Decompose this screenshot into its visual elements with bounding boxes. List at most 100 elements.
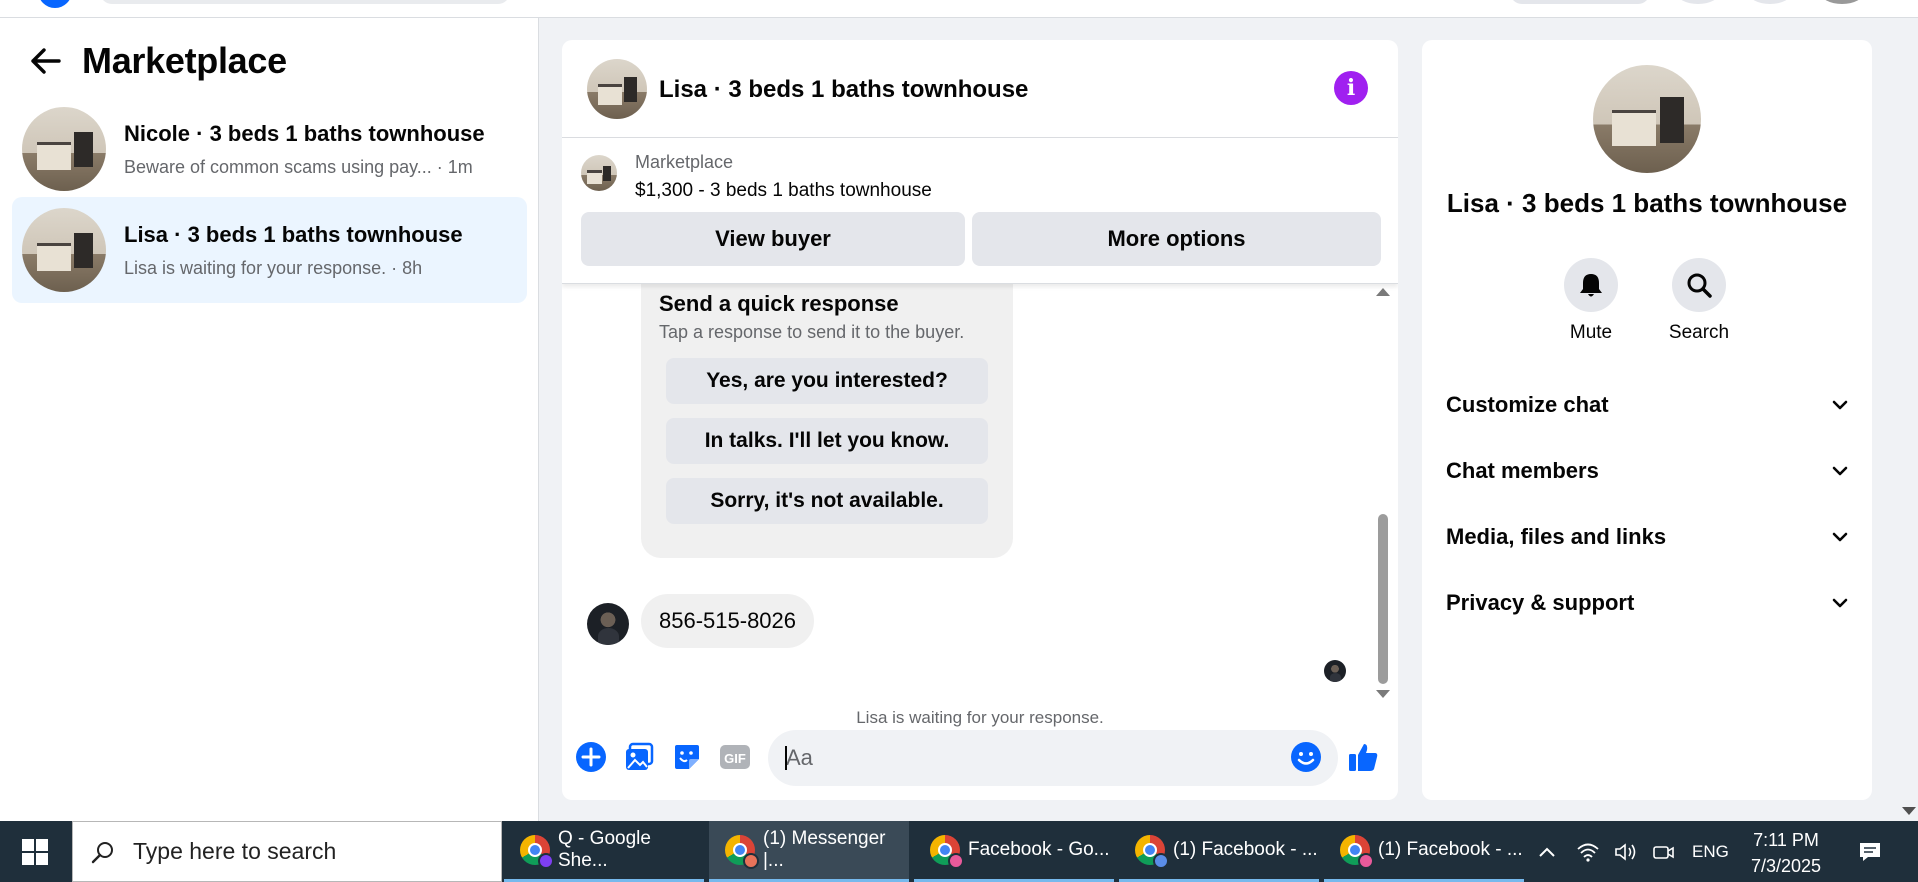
header-button[interactable] <box>1510 0 1650 4</box>
section-label: Chat members <box>1446 458 1599 483</box>
message-composer: GIF <box>562 718 1398 800</box>
listing-category: Marketplace <box>635 152 734 172</box>
taskbar-app-label: Facebook - Go... <box>968 839 1110 860</box>
mute-label: Mute <box>1569 322 1613 343</box>
listing-price-title[interactable]: $1,300 - 3 beds 1 baths townhouse <box>635 180 932 202</box>
windows-taskbar: Type here to search Q - Google She... (1… <box>0 821 1918 882</box>
sticker-icon[interactable] <box>670 740 704 774</box>
chrome-icon <box>725 835 759 869</box>
gif-icon[interactable]: GIF <box>718 740 752 774</box>
taskbar-app-facebook[interactable]: Facebook - Go... <box>914 821 1114 882</box>
chrome-icon <box>1135 835 1169 869</box>
customize-chat-section[interactable]: Customize chat <box>1446 381 1848 429</box>
read-receipt-avatar <box>1324 660 1346 682</box>
meet-now-icon[interactable] <box>1652 842 1674 862</box>
conversation-snippet: Beware of common scams using pay... · 1m <box>124 156 473 177</box>
quick-response-option[interactable]: Sorry, it's not available. <box>666 478 988 524</box>
chrome-icon <box>930 835 964 869</box>
taskbar-app-facebook[interactable]: (1) Facebook - ... <box>1324 821 1524 882</box>
quick-response-option[interactable]: Yes, are you interested? <box>666 358 988 404</box>
taskbar-app-label: (1) Facebook - ... <box>1173 839 1318 860</box>
chevron-down-icon <box>1832 400 1848 410</box>
privacy-support-section[interactable]: Privacy & support <box>1446 579 1848 627</box>
sender-avatar[interactable] <box>587 603 629 645</box>
section-label: Media, files and links <box>1446 524 1667 549</box>
chat-title[interactable]: Lisa · 3 beds 1 baths townhouse <box>659 76 1028 104</box>
header-menu-icon[interactable] <box>1676 0 1720 4</box>
quick-response-title: Send a quick response <box>659 291 899 316</box>
chat-members-section[interactable]: Chat members <box>1446 447 1848 495</box>
mute-action[interactable]: Mute <box>1536 258 1646 344</box>
taskbar-app-sheets[interactable]: Q - Google She... <box>504 821 704 882</box>
chat-avatar[interactable] <box>587 59 647 119</box>
taskbar-app-facebook[interactable]: (1) Facebook - ... <box>1119 821 1319 882</box>
chevron-up-icon[interactable] <box>1538 846 1556 858</box>
conversation-snippet: Lisa is waiting for your response. · 8h <box>124 257 423 278</box>
chat-window: Lisa · 3 beds 1 baths townhouse i Market… <box>562 40 1398 800</box>
svg-text:GIF: GIF <box>724 751 746 766</box>
system-tray: ENG <box>1538 821 1729 882</box>
chat-header: Lisa · 3 beds 1 baths townhouse i <box>562 40 1398 138</box>
message-input[interactable] <box>768 730 1248 786</box>
taskbar-app-label: (1) Facebook - ... <box>1378 839 1523 860</box>
clock-date: 7/3/2025 <box>1750 856 1822 876</box>
conversation-item[interactable]: Nicole · 3 beds 1 baths townhouse Beware… <box>12 96 527 202</box>
section-label: Customize chat <box>1446 392 1609 417</box>
taskbar-app-label: (1) Messenger |... <box>763 828 886 871</box>
back-arrow-icon[interactable] <box>28 43 64 79</box>
chrome-icon <box>1340 835 1374 869</box>
listing-banner: Marketplace $1,300 - 3 beds 1 baths town… <box>562 138 1398 284</box>
message-input-field[interactable] <box>768 730 1338 786</box>
clock-time: 7:11 PM <box>1753 830 1819 850</box>
section-label: Privacy & support <box>1446 590 1635 615</box>
thumbs-up-icon[interactable] <box>1346 740 1380 774</box>
taskbar-clock[interactable]: 7:11 PM 7/3/2025 <box>1738 827 1834 879</box>
taskbar-app-messenger[interactable]: (1) Messenger |... <box>709 821 909 882</box>
search-label: Search <box>1668 322 1730 343</box>
scrollbar-thumb[interactable] <box>1378 514 1388 684</box>
text-cursor <box>785 746 787 770</box>
taskbar-search-box[interactable]: Type here to search <box>72 821 502 882</box>
info-title: Lisa · 3 beds 1 baths townhouse <box>1446 188 1848 218</box>
conversation-name: Lisa · 3 beds 1 baths townhouse <box>124 221 463 247</box>
windows-start-icon[interactable] <box>0 821 70 882</box>
scroll-up-arrow-icon[interactable] <box>1376 288 1390 296</box>
chrome-icon <box>520 835 554 869</box>
top-header <box>0 0 1918 18</box>
scroll-down-arrow-icon[interactable] <box>1376 690 1390 698</box>
search-icon <box>91 841 113 863</box>
quick-response-subtitle: Tap a response to send it to the buyer. <box>659 322 965 342</box>
facebook-logo-icon[interactable] <box>38 0 72 8</box>
sidebar-header: Marketplace <box>28 40 287 82</box>
bell-icon[interactable] <box>1564 258 1618 312</box>
conversation-item-active[interactable]: Lisa · 3 beds 1 baths townhouse Lisa is … <box>12 197 527 303</box>
quick-response-option[interactable]: In talks. I'll let you know. <box>666 418 988 464</box>
sidebar-title: Marketplace <box>82 40 287 81</box>
message-list: Send a quick response Tap a response to … <box>562 272 1398 727</box>
conversation-sidebar: Marketplace Nicole · 3 beds 1 baths town… <box>0 18 539 821</box>
quick-response-card: Send a quick response Tap a response to … <box>641 272 1013 558</box>
media-files-links-section[interactable]: Media, files and links <box>1446 513 1848 561</box>
header-messenger-icon[interactable] <box>1748 0 1792 4</box>
listing-thumbnail <box>22 208 106 292</box>
emoji-icon[interactable] <box>1289 740 1323 774</box>
conversation-name: Nicole · 3 beds 1 baths townhouse <box>124 120 485 146</box>
header-search[interactable] <box>100 0 510 4</box>
volume-icon[interactable] <box>1614 842 1638 862</box>
wifi-icon[interactable] <box>1576 842 1600 862</box>
message-bubble[interactable]: 856-515-8026 <box>641 594 815 648</box>
view-buyer-button[interactable]: View buyer <box>581 212 965 266</box>
chevron-down-icon <box>1832 598 1848 608</box>
language-indicator[interactable]: ENG <box>1692 842 1729 862</box>
info-icon[interactable]: i <box>1334 71 1368 105</box>
plus-icon[interactable] <box>574 740 608 774</box>
notifications-icon[interactable] <box>1858 821 1882 882</box>
search-action[interactable]: Search <box>1644 258 1754 344</box>
search-icon[interactable] <box>1672 258 1726 312</box>
more-options-button[interactable]: More options <box>972 212 1381 266</box>
header-avatar[interactable] <box>1820 0 1864 4</box>
info-avatar[interactable] <box>1593 65 1701 173</box>
photo-icon[interactable] <box>622 740 656 774</box>
chevron-down-icon <box>1832 466 1848 476</box>
page-scroll-down-icon[interactable] <box>1902 807 1916 815</box>
